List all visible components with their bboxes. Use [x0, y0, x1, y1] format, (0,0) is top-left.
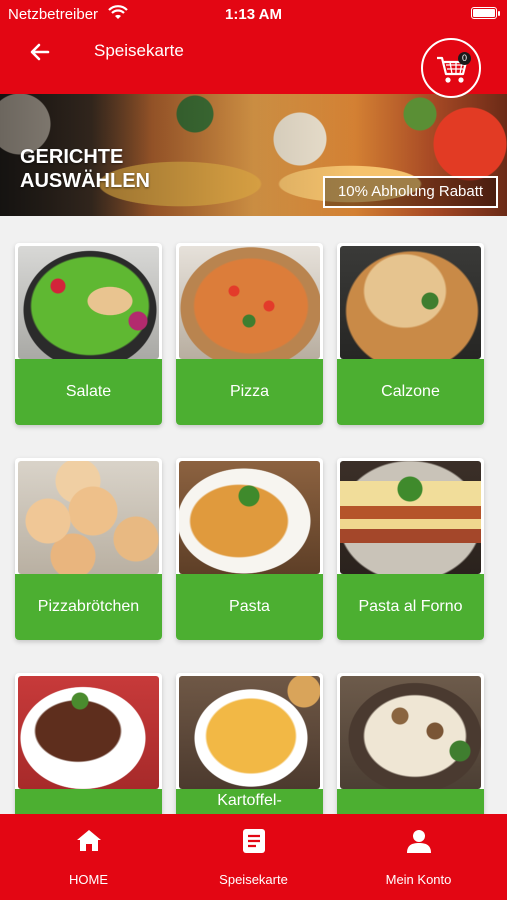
user-icon: [407, 830, 431, 853]
lasagna-image: [340, 461, 481, 574]
category-card-pizzabroetchen[interactable]: Pizzabrötchen: [15, 458, 162, 640]
status-time: 1:13 AM: [225, 6, 282, 23]
category-label: Pizzabrötchen: [15, 574, 162, 640]
category-label: [15, 789, 162, 814]
salad-image: [18, 246, 159, 359]
promo-badge[interactable]: 10% Abholung Rabatt: [323, 176, 498, 208]
category-card-pasta[interactable]: Pasta: [176, 458, 323, 640]
category-card-calzone[interactable]: Calzone: [337, 243, 484, 425]
bottom-navigation: HOME Speisekarte Mein Konto: [0, 814, 507, 900]
banner-headline: GERICHTE AUSWÄHLEN: [20, 145, 170, 193]
banner-headline-text: GERICHTE AUSWÄHLEN: [20, 146, 150, 192]
status-bar: Netzbetreiber 1:13 AM: [0, 0, 507, 28]
category-label: Salate: [15, 359, 162, 425]
nav-speisekarte[interactable]: Speisekarte: [169, 814, 338, 900]
category-label: Kartoffel-: [176, 789, 323, 814]
nav-mein-konto-label: Mein Konto: [385, 872, 452, 887]
home-icon: [77, 830, 101, 851]
risotto-image: [340, 676, 481, 789]
arrow-left-icon: [30, 43, 50, 61]
nav-home-label: HOME: [69, 872, 108, 887]
pizzabroetchen-image: [18, 461, 159, 574]
cart-button[interactable]: 0: [421, 38, 481, 98]
nav-mein-konto[interactable]: Mein Konto: [334, 814, 503, 900]
category-card-auflauf[interactable]: [15, 673, 162, 814]
nav-speisekarte-label: Speisekarte: [219, 872, 288, 887]
category-card-risotto[interactable]: [337, 673, 484, 814]
category-card-kartoffel[interactable]: Kartoffel-: [176, 673, 323, 814]
menu-icon: [243, 829, 265, 853]
gratin-image: [179, 676, 320, 789]
nav-home[interactable]: HOME: [4, 814, 173, 900]
cart-count-badge: 0: [458, 52, 471, 65]
category-label: Pasta: [176, 574, 323, 640]
category-label: [337, 789, 484, 814]
category-label: Pizza: [176, 359, 323, 425]
category-label: Pasta al Forno: [337, 574, 484, 640]
hero-banner: GERICHTE AUSWÄHLEN 10% Abholung Rabatt: [0, 94, 507, 216]
page-title: Speisekarte: [94, 41, 184, 60]
auflauf-image: [18, 676, 159, 789]
category-card-salate[interactable]: Salate: [15, 243, 162, 425]
category-card-pasta-al-forno[interactable]: Pasta al Forno: [337, 458, 484, 640]
category-grid: Salate Pizza Calzone Pizzabrötchen Pasta…: [0, 216, 507, 814]
category-label: Calzone: [337, 359, 484, 425]
battery-icon: [471, 7, 500, 19]
pasta-image: [179, 461, 320, 574]
pizza-image: [179, 246, 320, 359]
back-button[interactable]: [26, 38, 54, 66]
calzone-image: [340, 246, 481, 359]
category-card-pizza[interactable]: Pizza: [176, 243, 323, 425]
